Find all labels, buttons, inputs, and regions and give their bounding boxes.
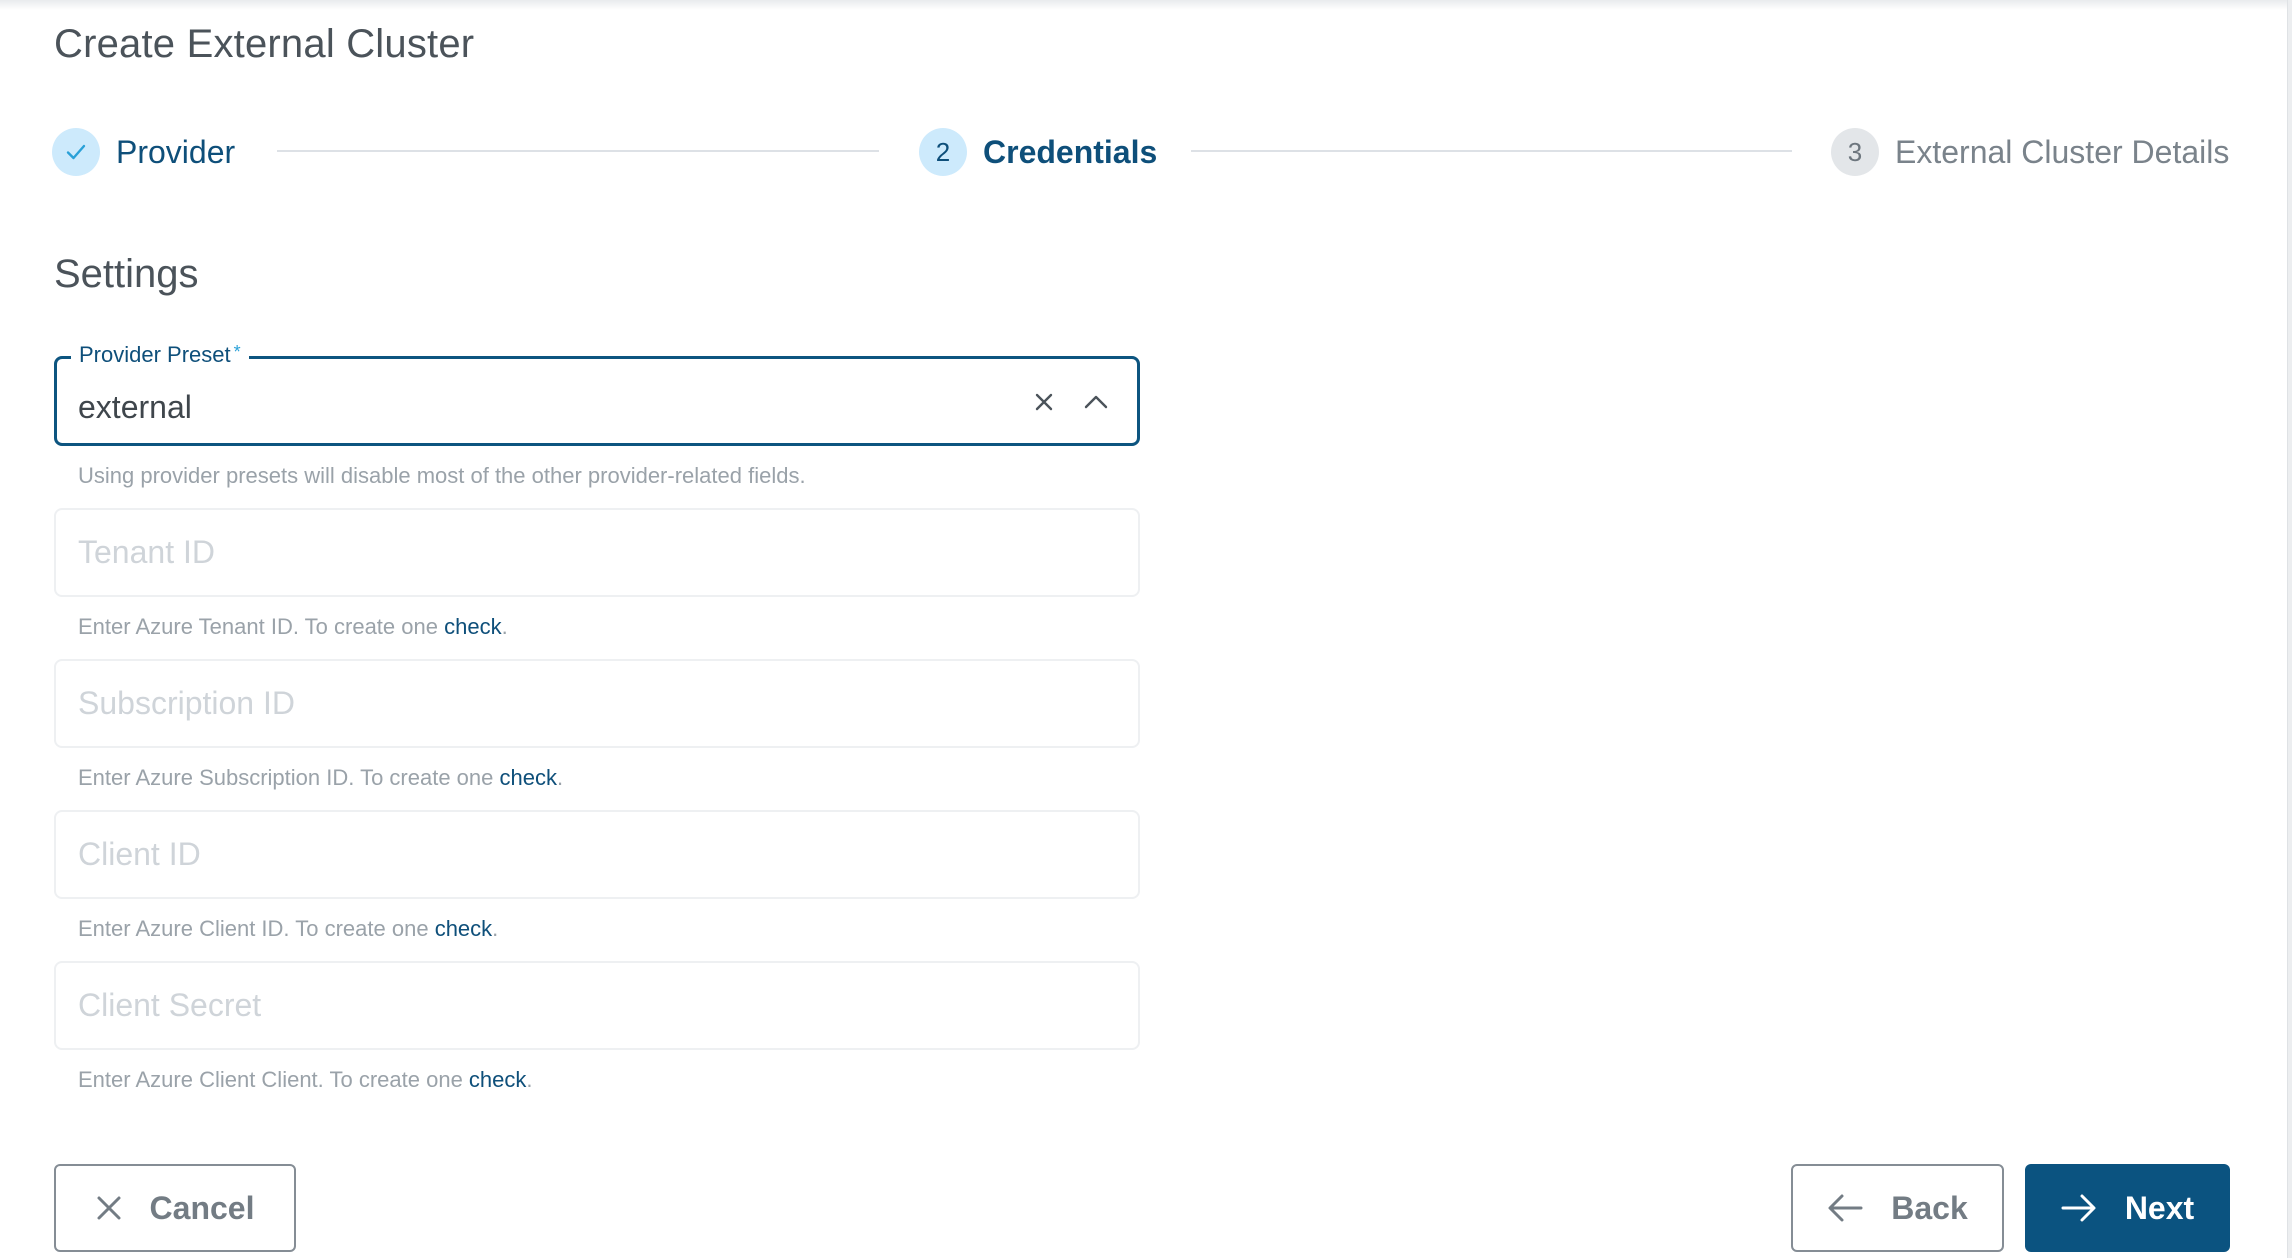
hint-suffix: . bbox=[501, 614, 508, 639]
next-button[interactable]: Next bbox=[2025, 1164, 2230, 1252]
back-button[interactable]: Back bbox=[1791, 1164, 2004, 1252]
step-label: Provider bbox=[116, 133, 236, 170]
subscription-id-check-link[interactable]: check bbox=[500, 765, 557, 790]
top-shadow bbox=[0, 0, 2288, 10]
client-secret-field[interactable] bbox=[54, 961, 1140, 1050]
close-icon bbox=[96, 1195, 122, 1221]
provider-preset-value: external bbox=[78, 389, 192, 425]
next-label: Next bbox=[2124, 1189, 2195, 1226]
arrow-right-icon bbox=[2061, 1193, 2097, 1223]
hint-text: Enter Azure Client Client. To create one bbox=[78, 1067, 469, 1092]
step-credentials[interactable]: 2 Credentials bbox=[919, 128, 1157, 176]
hint-text: Enter Azure Client ID. To create one bbox=[78, 916, 435, 941]
hint-suffix: . bbox=[492, 916, 499, 941]
step-circle-3: 3 bbox=[1831, 128, 1879, 176]
back-label: Back bbox=[1891, 1189, 1968, 1226]
arrow-left-icon bbox=[1827, 1193, 1863, 1223]
client-id-field[interactable] bbox=[54, 810, 1140, 899]
provider-preset-select[interactable]: Provider Preset * external bbox=[54, 342, 1140, 446]
subscription-id-field[interactable] bbox=[54, 659, 1140, 748]
hint-suffix: . bbox=[556, 765, 564, 790]
close-icon bbox=[1035, 393, 1053, 411]
dropdown-toggle-button[interactable] bbox=[1081, 387, 1111, 417]
client-secret-hint: Enter Azure Client Client. To create one… bbox=[78, 1067, 533, 1093]
step-connector bbox=[1191, 150, 1792, 152]
cancel-label: Cancel bbox=[149, 1189, 255, 1226]
tenant-id-field[interactable] bbox=[54, 508, 1140, 597]
step-label: Credentials bbox=[983, 133, 1158, 170]
client-id-hint: Enter Azure Client ID. To create one che… bbox=[78, 916, 498, 942]
step-external-cluster-details[interactable]: 3 External Cluster Details bbox=[1831, 128, 2229, 176]
step-label: External Cluster Details bbox=[1895, 133, 2230, 170]
provider-preset-hint: Using provider presets will disable most… bbox=[78, 463, 806, 488]
step-connector bbox=[277, 150, 879, 152]
client-id-input[interactable] bbox=[78, 812, 1108, 897]
cancel-button[interactable]: Cancel bbox=[54, 1164, 296, 1252]
tenant-id-check-link[interactable]: check bbox=[444, 614, 501, 639]
step-circle-1 bbox=[52, 128, 100, 176]
client-secret-input[interactable] bbox=[78, 963, 1108, 1048]
subscription-id-input[interactable] bbox=[78, 661, 1108, 746]
tenant-id-input[interactable] bbox=[78, 510, 1108, 595]
tenant-id-hint: Enter Azure Tenant ID. To create one che… bbox=[78, 614, 508, 640]
hint-text: Enter Azure Tenant ID. To create one bbox=[78, 614, 445, 639]
client-id-check-link[interactable]: check bbox=[435, 916, 492, 941]
required-mark: * bbox=[233, 342, 241, 362]
scrollbar-track[interactable] bbox=[2287, 0, 2292, 1258]
client-secret-check-link[interactable]: check bbox=[469, 1067, 526, 1092]
hint-suffix: . bbox=[526, 1067, 533, 1092]
section-title: Settings bbox=[54, 252, 199, 296]
provider-preset-label: Provider Preset * bbox=[71, 342, 249, 368]
chevron-up-icon bbox=[1084, 395, 1108, 409]
page-title: Create External Cluster bbox=[54, 22, 475, 66]
provider-preset-label-text: Provider Preset bbox=[79, 342, 231, 367]
hint-text: Enter Azure Subscription ID. To create o… bbox=[78, 765, 500, 790]
clear-button[interactable] bbox=[1029, 387, 1059, 417]
subscription-id-hint: Enter Azure Subscription ID. To create o… bbox=[78, 765, 563, 791]
step-provider[interactable]: Provider bbox=[52, 128, 235, 176]
check-icon bbox=[66, 144, 86, 160]
step-circle-2: 2 bbox=[919, 128, 967, 176]
